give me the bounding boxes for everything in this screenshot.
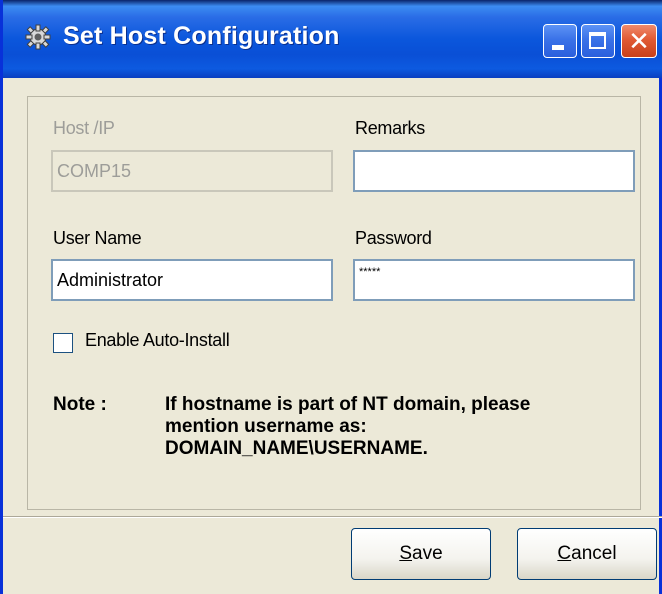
maximize-icon	[589, 32, 606, 49]
host-ip-field: COMP15	[51, 150, 333, 192]
note-text: If hostname is part of NT domain, please…	[165, 394, 635, 460]
gear-icon	[25, 24, 51, 50]
close-icon: ✕	[628, 26, 650, 56]
close-button[interactable]: ✕	[621, 24, 657, 58]
dialog-window: Set Host Configuration ✕ Host /IP COMP15…	[0, 0, 662, 594]
cancel-button[interactable]: Cancel	[517, 528, 657, 580]
save-mnemonic: S	[399, 543, 413, 564]
note-line: mention username as:	[165, 416, 367, 437]
minimize-icon	[552, 45, 564, 50]
remarks-label: Remarks	[355, 118, 425, 138]
note-line: DOMAIN_NAME\USERNAME.	[165, 438, 428, 459]
save-label: ave	[412, 543, 443, 564]
title-bar[interactable]: Set Host Configuration ✕	[3, 0, 662, 78]
cancel-mnemonic: C	[557, 543, 572, 564]
auto-install-label[interactable]: Enable Auto-Install	[85, 330, 230, 351]
password-label: Password	[355, 228, 432, 248]
cancel-label: ancel	[571, 543, 617, 564]
note-line: If hostname is part of NT domain, please	[165, 394, 531, 415]
username-field[interactable]: Administrator	[51, 259, 333, 301]
host-ip-label: Host /IP	[53, 118, 115, 138]
note-label: Note :	[53, 394, 107, 415]
auto-install-checkbox[interactable]	[53, 333, 73, 353]
save-button[interactable]: Save	[351, 528, 491, 580]
username-label: User Name	[53, 228, 142, 248]
remarks-field[interactable]	[353, 150, 635, 192]
footer-divider	[3, 516, 662, 518]
password-field[interactable]: *****	[353, 259, 635, 301]
window-title: Set Host Configuration	[63, 22, 340, 50]
minimize-button[interactable]	[543, 24, 577, 58]
maximize-button[interactable]	[581, 24, 615, 58]
